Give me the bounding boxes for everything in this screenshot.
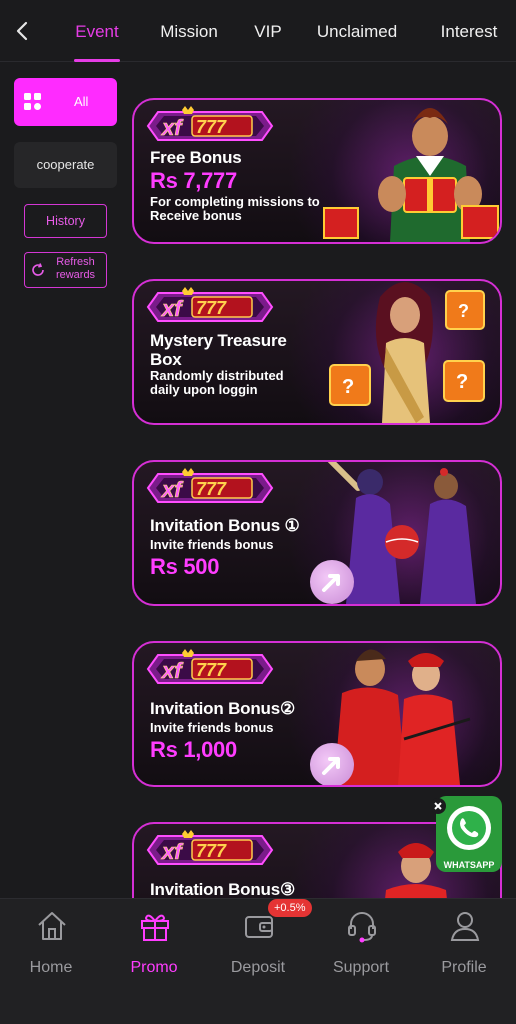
headset-icon <box>348 912 376 943</box>
history-button[interactable]: History <box>24 204 107 238</box>
share-arrow-button[interactable] <box>310 743 354 785</box>
svg-text:xf: xf <box>161 296 184 321</box>
nav-deposit-label: Deposit <box>230 959 286 976</box>
gift-icon <box>141 914 169 941</box>
whatsapp-icon: WHATSAPP <box>430 796 502 872</box>
category-all-label: All <box>74 94 89 109</box>
banner-title: Invitation Bonus ① <box>150 516 300 535</box>
svg-text:?: ? <box>342 376 354 398</box>
nav-deposit[interactable]: Deposit <box>213 909 303 979</box>
banner-amount: Rs 7,777 <box>150 168 237 193</box>
category-cooperate-label: cooperate <box>36 157 95 172</box>
user-icon <box>450 912 480 941</box>
grid-icon <box>24 93 41 110</box>
svg-text:xf: xf <box>161 477 184 502</box>
promo-banner-invitation-2[interactable]: xf 777 Invitation Bonus② Invite friends … <box>132 641 502 787</box>
xf777-logo: xf 777 <box>146 106 274 141</box>
banner-title: Invitation Bonus② <box>150 699 296 718</box>
promo-banner-invitation-1[interactable]: xf 777 Invitation Bonus ① Invite friends… <box>132 460 502 606</box>
banner-subtitle: Randomly distributed daily upon loggin <box>150 368 284 397</box>
nav-support[interactable]: Support <box>316 909 406 979</box>
svg-text:xf: xf <box>161 658 184 683</box>
xf777-logo: xf 777 <box>146 649 274 684</box>
share-arrow-button[interactable] <box>310 560 354 604</box>
svg-text:xf: xf <box>161 839 184 864</box>
category-sidebar: All cooperate History Refresh rewards <box>0 62 126 898</box>
tab-unclaimed[interactable]: Unclaimed <box>292 0 422 62</box>
tab-vip[interactable]: VIP <box>244 0 292 62</box>
refresh-icon <box>32 263 44 276</box>
promo-screen: Event Mission VIP Unclaimed Interest All… <box>0 0 516 1024</box>
svg-text:777: 777 <box>196 298 227 318</box>
xf777-logo: xf 777 <box>146 287 274 322</box>
nav-profile[interactable]: Profile <box>419 909 509 979</box>
banner-title: Mystery Treasure Box <box>150 331 287 369</box>
tab-mission[interactable]: Mission <box>134 0 244 62</box>
refresh-rewards-button[interactable]: Refresh rewards <box>24 252 107 288</box>
cricketer-gift-illustration <box>323 108 499 242</box>
whatsapp-label: WHATSAPP <box>444 860 495 870</box>
top-nav: Event Mission VIP Unclaimed Interest <box>0 0 516 62</box>
svg-text:xf: xf <box>161 115 184 140</box>
tab-bar: Event Mission VIP Unclaimed Interest <box>60 0 516 62</box>
bottom-nav: Home Promo Deposit +0.5% Support Profile <box>0 898 516 1024</box>
deposit-bonus-badge: +0.5% <box>268 899 312 917</box>
banner-amount: Rs 1,000 <box>150 737 237 762</box>
nav-profile-label: Profile <box>441 959 487 976</box>
promo-banner-free-bonus[interactable]: xf 777 Free Bonus Rs 7,777 For completin… <box>132 98 502 244</box>
nav-promo[interactable]: Promo <box>109 909 199 979</box>
chevron-left-icon <box>16 21 28 41</box>
xf777-logo: xf 777 <box>146 830 274 865</box>
svg-text:777: 777 <box>196 479 227 499</box>
refresh-rewards-label: Refresh rewards <box>55 256 96 281</box>
nav-home[interactable]: Home <box>6 909 96 979</box>
category-all-button[interactable]: All <box>14 78 117 126</box>
nav-promo-label: Promo <box>130 959 178 976</box>
nav-support-label: Support <box>332 959 390 976</box>
banner-amount: Rs 500 <box>150 554 220 579</box>
woman-treasure-illustration: ? ? ? <box>329 282 485 423</box>
promo-banner-mystery-box[interactable]: xf 777 Mystery Treasure Box Randomly dis… <box>132 279 502 425</box>
nav-home-label: Home <box>29 959 73 976</box>
banner-subtitle: For completing missions to Receive bonus <box>150 194 320 223</box>
whatsapp-float-button[interactable]: WHATSAPP <box>430 792 506 880</box>
banner-subtitle: Invite friends bonus <box>150 720 274 735</box>
banner-title: Invitation Bonus③ <box>150 880 296 898</box>
arrow-up-right-icon <box>322 757 340 775</box>
tab-event[interactable]: Event <box>60 0 134 62</box>
svg-text:?: ? <box>458 301 469 321</box>
svg-text:777: 777 <box>196 841 227 861</box>
arrow-up-right-icon <box>322 574 340 592</box>
tab-interest[interactable]: Interest <box>422 0 516 62</box>
promo-list: xf 777 Free Bonus Rs 7,777 For completin… <box>130 62 516 898</box>
home-icon <box>38 912 66 940</box>
svg-text:777: 777 <box>196 660 227 680</box>
banner-title: Free Bonus <box>150 148 242 167</box>
history-label: History <box>46 214 85 228</box>
back-button[interactable] <box>10 18 36 44</box>
xf777-logo: xf 777 <box>146 468 274 503</box>
banner-subtitle: Invite friends bonus <box>150 537 274 552</box>
category-cooperate-button[interactable]: cooperate <box>14 142 117 188</box>
svg-text:777: 777 <box>196 117 227 137</box>
svg-text:?: ? <box>456 371 468 393</box>
